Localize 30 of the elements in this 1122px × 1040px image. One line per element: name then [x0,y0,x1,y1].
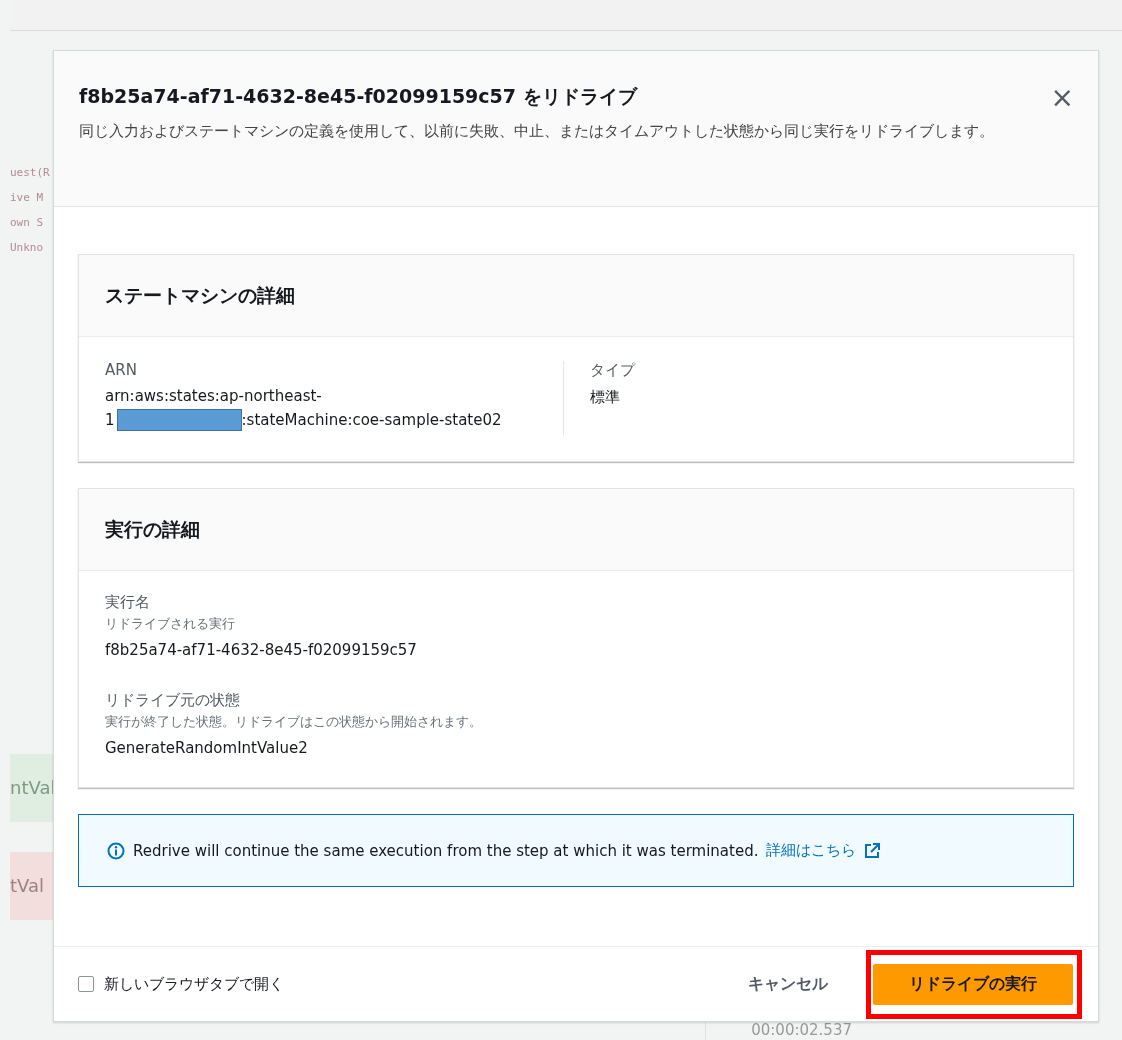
checkbox-label: 新しいブラウザタブで開く [104,974,284,994]
dialog-title: f8b25a74-af71-4632-8e45-f02099159c57 をリドライブ [79,84,639,109]
state-node: tVal [10,852,53,920]
close-button[interactable]: × [1050,86,1074,110]
redrive-button[interactable]: リドライブの実行 [873,963,1073,1005]
field-label: タイプ [589,361,637,380]
code-line: ive M [10,190,45,206]
field-hint: リドライブされる実行 [105,616,236,633]
cancel-button[interactable]: キャンセル [736,965,840,1003]
card-heading: ステートマシンの詳細 [79,255,1073,337]
field-label: 実行名 [105,593,151,612]
dialog-description: 同じ入力およびステートマシンの定義を使用して、以前に失敗、中止、またはタイムアウトした状態から同じ実行をリドライブします。 [79,122,995,141]
field-value: 1 [105,411,115,429]
field-value: :stateMachine:coe-sample-state02 [241,411,502,429]
code-line: own S [10,215,45,231]
field-value: f8b25a74-af71-4632-8e45-f02099159c57 [105,641,418,659]
card-heading: 実行の詳細 [79,489,1073,571]
field-value: GenerateRandomIntValue2 [105,739,309,757]
checkbox[interactable] [78,976,94,992]
info-icon [107,841,125,860]
info-text: Redrive will continue the same execution from the step at which it was terminated. [133,841,759,860]
code-line: uest(R [10,165,51,181]
field-value: arn:aws:states:ap-northeast- [105,387,323,405]
field-label: リドライブ元の状態 [105,691,241,710]
field-hint: 実行が終了した状態。リドライブはこの状態から開始されます。 [105,714,483,731]
field-value: 標準 [589,388,621,407]
code-line: Unkno [10,240,45,256]
learn-more-link[interactable]: 詳細はこちら [766,841,857,860]
external-link-icon [864,842,881,859]
field-label: ARN [105,361,138,379]
